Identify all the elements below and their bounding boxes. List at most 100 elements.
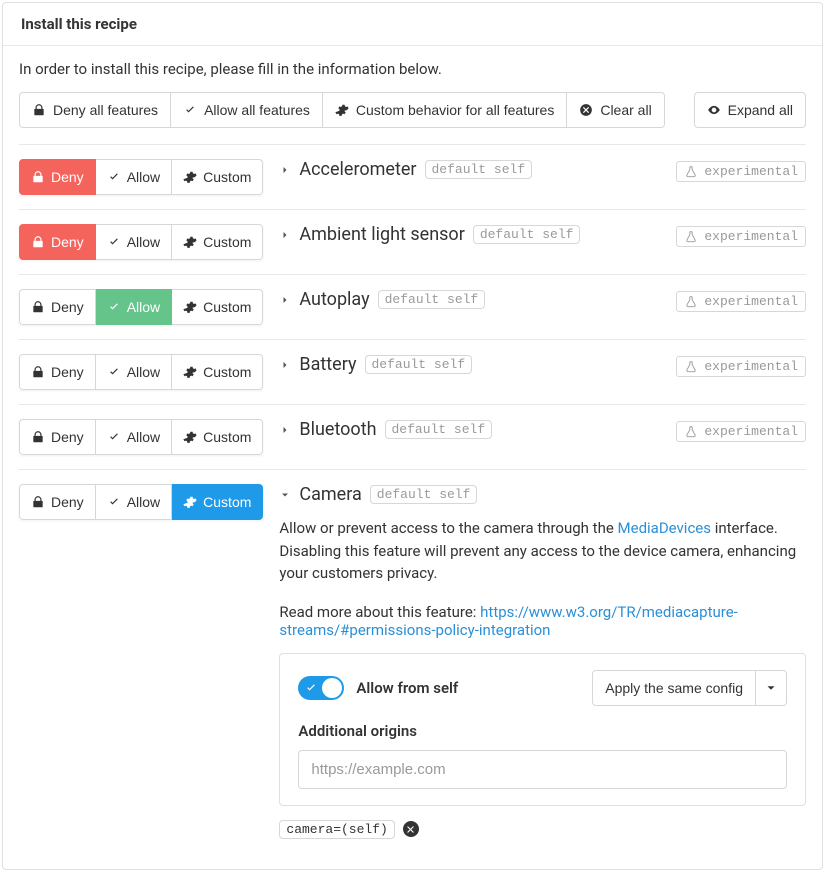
experimental-label: experimental xyxy=(704,424,798,439)
expand-all-label: Expand all xyxy=(728,103,793,117)
feature-name: Battery xyxy=(299,354,356,375)
expand-all-button[interactable]: Expand all xyxy=(694,92,806,128)
feature-name: Bluetooth xyxy=(299,419,376,440)
chevron-right-icon[interactable] xyxy=(279,229,291,241)
feature-main: Ambient light sensor default self xyxy=(279,224,660,245)
feature-title-line: Battery default self xyxy=(279,354,660,375)
deny-button[interactable]: Deny xyxy=(19,354,96,390)
default-pill: default self xyxy=(370,485,478,504)
apply-config-button[interactable]: Apply the same config xyxy=(592,670,756,706)
deny-label: Deny xyxy=(51,300,84,314)
default-pill: default self xyxy=(365,355,473,374)
flask-icon xyxy=(684,425,698,439)
deny-all-button[interactable]: Deny all features xyxy=(19,92,171,128)
feature-details: Allow or prevent access to the camera th… xyxy=(279,517,806,839)
feature-list: DenyAllowCustomAccelerometerdefault self… xyxy=(19,145,806,853)
custom-label: Custom xyxy=(203,235,251,249)
allow-from-self-label: Allow from self xyxy=(356,679,458,697)
remove-policy-button[interactable] xyxy=(403,821,419,837)
custom-button[interactable]: Custom xyxy=(172,224,263,260)
experimental-badge: experimental xyxy=(676,291,806,312)
feature-main: Camera default self Allow or prevent acces… xyxy=(279,484,806,839)
config-box: Allow from selfApply the same configAddi… xyxy=(279,653,806,806)
feature-description: Allow or prevent access to the camera th… xyxy=(279,517,806,585)
allow-label: Allow xyxy=(127,235,160,249)
allow-all-button[interactable]: Allow all features xyxy=(171,92,323,128)
gear-icon xyxy=(335,103,349,117)
deny-button[interactable]: Deny xyxy=(19,224,96,260)
allow-label: Allow xyxy=(127,170,160,184)
feature-main: Battery default self xyxy=(279,354,660,375)
check-icon xyxy=(304,681,318,699)
custom-button[interactable]: Custom xyxy=(172,419,263,455)
deny-button[interactable]: Deny xyxy=(19,159,96,195)
feature-main: Autoplaydefault self xyxy=(279,289,660,310)
spec-link[interactable]: https://www.w3.org/TR/mediacapture-strea… xyxy=(279,603,737,639)
allow-button[interactable]: Allow xyxy=(96,484,172,520)
chevron-right-icon[interactable] xyxy=(279,424,291,436)
bulk-button-group: Deny all features Allow all features Cus… xyxy=(19,92,665,128)
experimental-badge: experimental xyxy=(676,226,806,247)
default-pill: default self xyxy=(378,290,486,309)
custom-button[interactable]: Custom xyxy=(172,289,263,325)
policy-summary-code: camera=(self) xyxy=(279,820,394,839)
deny-button[interactable]: Deny xyxy=(19,484,96,520)
custom-all-button[interactable]: Custom behavior for all features xyxy=(323,92,567,128)
feature-title-line: Autoplaydefault self xyxy=(279,289,660,310)
feature-title-line: Accelerometerdefault self xyxy=(279,159,660,180)
flask-icon xyxy=(684,230,698,244)
custom-button[interactable]: Custom xyxy=(172,354,263,390)
experimental-label: experimental xyxy=(704,359,798,374)
experimental-label: experimental xyxy=(704,164,798,179)
allow-label: Allow xyxy=(127,430,160,444)
feature-row: Deny Allow Custom Ambient light sensor defau… xyxy=(19,210,806,275)
policy-segmented: Deny AllowCustom xyxy=(19,289,263,325)
apply-config-dropdown: Apply the same config xyxy=(592,670,787,706)
feature-title-line: Camera default self xyxy=(279,484,806,505)
check-icon xyxy=(107,365,121,379)
allow-button[interactable]: Allow xyxy=(96,224,172,260)
custom-label: Custom xyxy=(203,495,251,509)
deny-button[interactable]: Deny xyxy=(19,289,96,325)
install-recipe-panel: Install this recipe In order to install … xyxy=(2,2,823,870)
default-pill: default self xyxy=(473,225,581,244)
allow-button[interactable]: Allow xyxy=(96,289,172,325)
custom-label: Custom xyxy=(203,430,251,444)
lock-icon xyxy=(31,495,45,509)
lock-icon xyxy=(31,430,45,444)
allow-from-self-toggle[interactable] xyxy=(298,676,344,700)
additional-origins-input[interactable] xyxy=(298,750,787,789)
deny-label: Deny xyxy=(51,365,84,379)
feature-main: Bluetoothdefault self xyxy=(279,419,660,440)
deny-label: Deny xyxy=(51,495,84,509)
allow-label: Allow xyxy=(127,365,160,379)
flask-icon xyxy=(684,295,698,309)
policy-summary: camera=(self) xyxy=(279,820,806,839)
allow-button[interactable]: Allow xyxy=(96,419,172,455)
clear-all-button[interactable]: Clear all xyxy=(567,92,664,128)
feature-name: Camera xyxy=(299,484,361,505)
custom-all-label: Custom behavior for all features xyxy=(356,103,554,117)
check-icon xyxy=(107,430,121,444)
allow-button[interactable]: Allow xyxy=(96,354,172,390)
policy-segmented: Deny Allow Custom xyxy=(19,224,263,260)
chevron-right-icon[interactable] xyxy=(279,164,291,176)
mediadevices-link[interactable]: MediaDevices xyxy=(618,519,711,537)
allow-button[interactable]: Allow xyxy=(96,159,172,195)
lock-icon xyxy=(31,300,45,314)
apply-config-caret[interactable] xyxy=(756,670,787,706)
chevron-right-icon[interactable] xyxy=(279,359,291,371)
deny-label: Deny xyxy=(51,235,84,249)
chevron-right-icon[interactable] xyxy=(279,294,291,306)
experimental-badge: experimental xyxy=(676,161,806,182)
deny-label: Deny xyxy=(51,170,84,184)
feature-name: Ambient light sensor xyxy=(299,224,464,245)
custom-button[interactable]: Custom xyxy=(172,159,263,195)
chevron-down-icon[interactable] xyxy=(279,489,291,501)
panel-body: In order to install this recipe, please … xyxy=(3,45,822,869)
deny-button[interactable]: Deny xyxy=(19,419,96,455)
policy-segmented: Deny Allow Custom xyxy=(19,484,263,520)
custom-button[interactable]: Custom xyxy=(172,484,263,520)
allow-all-label: Allow all features xyxy=(204,103,310,117)
chevron-down-icon xyxy=(764,681,778,695)
